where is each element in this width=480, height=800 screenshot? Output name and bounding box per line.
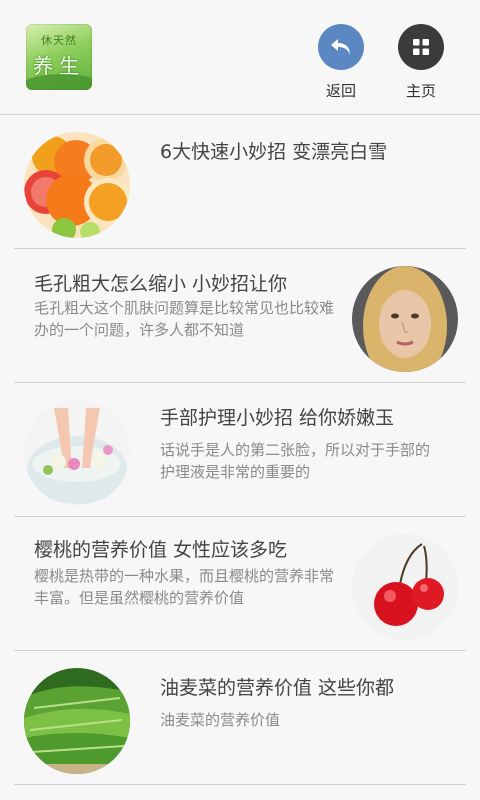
grid-icon [398,24,444,70]
article-title: 毛孔粗大怎么缩小 小妙招让你 [34,273,288,295]
article-description: 樱桃是热带的一种水果，而且樱桃的营养非常丰富。但是虽然樱桃的营养价值 [34,567,334,607]
article-title: 樱桃的营养价值 女性应该多吃 [34,539,288,561]
article-description: 毛孔粗大这个肌肤问题算是比较常见也比较难办的一个问题，许多人都不知道 [34,299,334,339]
logo-leaf-decoration [26,74,92,90]
list-item[interactable]: 手部护理小妙招 给你娇嫩玉 话说手是人的第二张脸，所以对于手部的护理液是非常的重… [14,383,466,517]
article-title: 手部护理小妙招 给你娇嫩玉 [160,407,395,429]
home-label: 主页 [405,82,436,100]
home-button[interactable]: 主页 [391,24,451,101]
back-arrow-icon [318,24,364,70]
back-button[interactable]: 返回 [311,24,371,101]
citrus-fruits-thumbnail [24,132,130,238]
woman-face-thumbnail [352,266,458,372]
list-item[interactable]: 樱桃的营养价值 女性应该多吃 樱桃是热带的一种水果，而且樱桃的营养非常丰富。但是… [14,517,466,651]
list-item[interactable]: 油麦菜的营养价值 这些你都 油麦菜的营养价值 [14,651,466,785]
cherries-thumbnail [352,534,458,640]
article-title: 6大快速小妙招 变漂亮白雪 [160,141,388,163]
hands-in-bowl-thumbnail [24,400,130,506]
app-header: 休天然 养生 返回 主页 [0,0,480,115]
list-item[interactable]: 毛孔粗大怎么缩小 小妙招让你 毛孔粗大这个肌肤问题算是比较常见也比较难办的一个问… [14,249,466,383]
list-item[interactable]: 6大快速小妙招 变漂亮白雪 [14,115,466,249]
article-list: 6大快速小妙招 变漂亮白雪 毛孔粗大怎么缩小 小妙招让你 毛孔粗大这个肌肤问题算… [0,115,480,785]
back-label: 返回 [325,82,356,100]
article-title: 油麦菜的营养价值 这些你都 [160,677,395,699]
lettuce-thumbnail [24,668,130,774]
logo-text-top: 休天然 [41,34,77,47]
article-description: 油麦菜的营养价值 [160,711,281,729]
article-description: 话说手是人的第二张脸，所以对于手部的护理液是非常的重要的 [160,441,431,481]
app-logo: 休天然 养生 [26,24,92,90]
